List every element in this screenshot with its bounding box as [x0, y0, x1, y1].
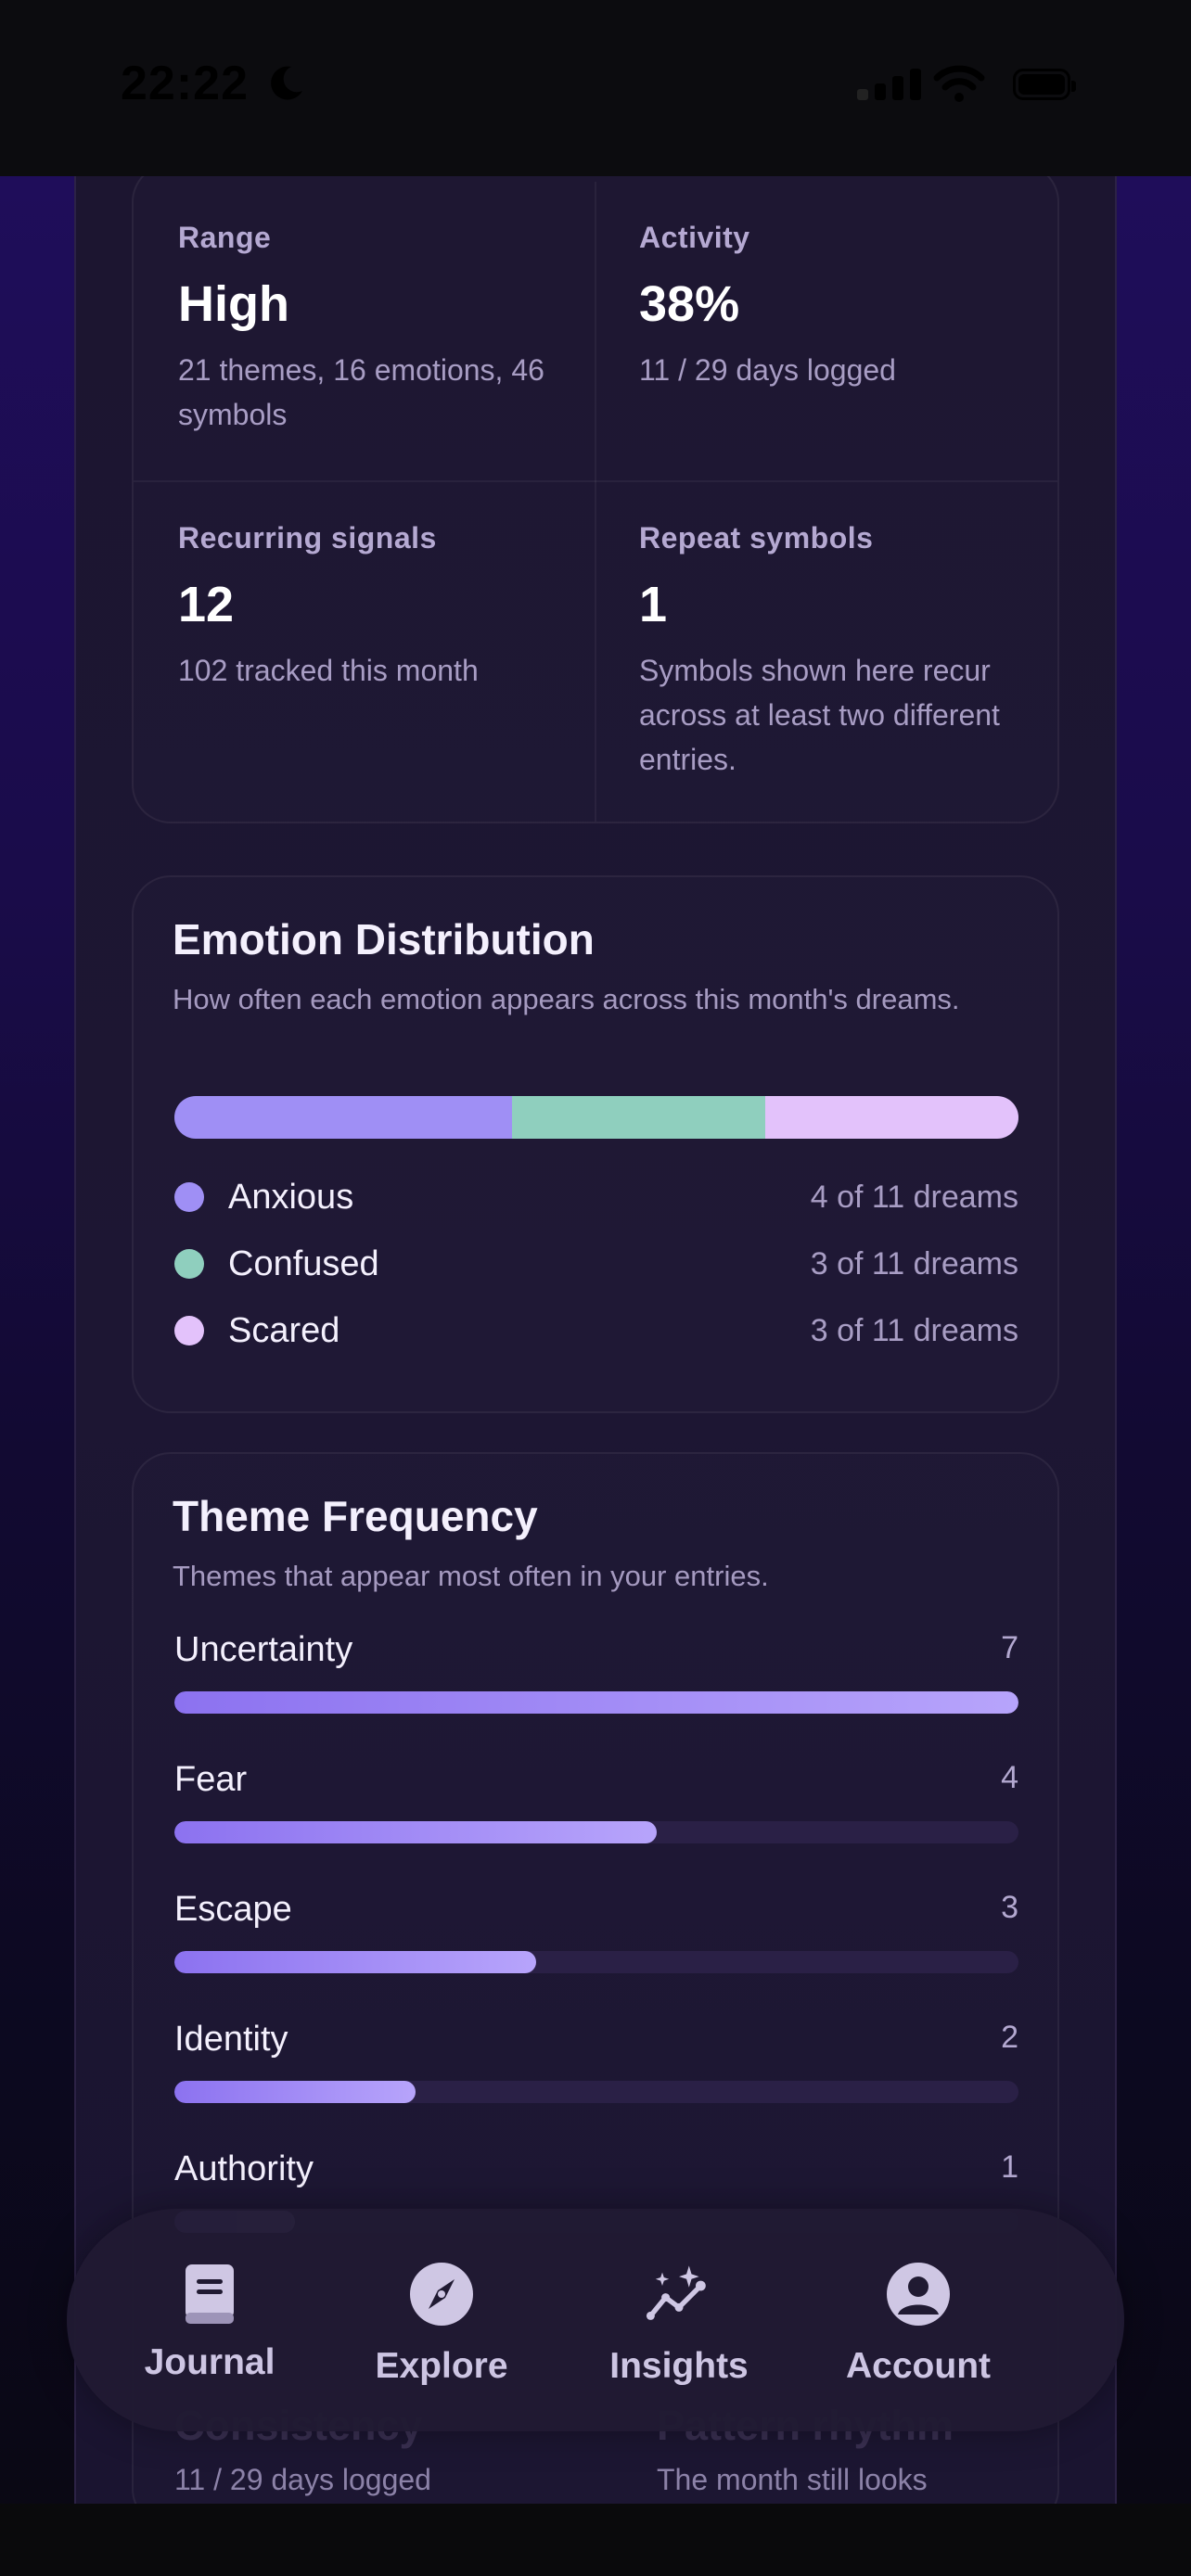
theme-row: Fear 4 [174, 1760, 1018, 1845]
theme-count: 7 [1001, 1630, 1018, 1665]
theme-bar-fill [174, 1821, 657, 1843]
theme-count: 3 [1001, 1890, 1018, 1925]
stat-repeat-symbols: Repeat symbols 1 Symbols shown here recu… [639, 521, 1047, 782]
distribution-segment [174, 1096, 512, 1139]
distribution-segment [512, 1096, 765, 1139]
tab-journal[interactable]: Journal [98, 2209, 321, 2431]
tab-bar: Journal Explore Insights Account [67, 2209, 1124, 2431]
tab-label: Explore [375, 2346, 508, 2386]
stat-description: 11 / 29 days logged [639, 353, 896, 387]
theme-bar-fill [174, 2081, 416, 2103]
legend-label: Scared [228, 1311, 340, 1350]
status-time: 22:22 [121, 57, 249, 110]
theme-bar-track [174, 1821, 1018, 1843]
stat-value: 12 [178, 577, 235, 632]
emotion-distribution-subtitle: How often each emotion appears across th… [173, 983, 960, 1015]
tab-insights[interactable]: Insights [568, 2209, 790, 2431]
status-bar: 22:22 [0, 0, 1191, 176]
theme-count: 4 [1001, 1760, 1018, 1795]
consistency-subtitle: 11 / 29 days logged [174, 2463, 431, 2496]
legend-count: 3 of 11 dreams [810, 1313, 1018, 1348]
pattern-rhythm-subtitle: The month still looks [657, 2463, 928, 2496]
divider [595, 182, 596, 822]
stat-activity: Activity 38% 11 / 29 days logged [639, 221, 1047, 392]
tab-account[interactable]: Account [807, 2209, 1030, 2431]
theme-bar-track [174, 1691, 1018, 1714]
cellular-signal-icon [857, 69, 921, 100]
tab-label: Journal [144, 2342, 275, 2382]
distribution-segment [765, 1096, 1018, 1139]
stat-description: 102 tracked this month [178, 654, 479, 687]
emotion-distribution-title: Emotion Distribution [173, 915, 595, 963]
legend-count: 4 of 11 dreams [810, 1180, 1018, 1215]
theme-bar-track [174, 1951, 1018, 1973]
wifi-icon [933, 65, 985, 102]
theme-row: Uncertainty 7 [174, 1630, 1018, 1715]
legend-row: Scared 3 of 11 dreams [173, 1307, 1018, 1354]
theme-name: Identity [174, 2020, 288, 2059]
stat-range: Range High 21 themes, 16 emotions, 46 sy… [178, 221, 586, 437]
stat-label: Range [178, 221, 272, 254]
legend-dot [174, 1249, 204, 1279]
theme-row: Identity 2 [174, 2020, 1018, 2105]
theme-bar-fill [174, 1951, 536, 1973]
battery-icon [1013, 69, 1076, 100]
stat-label: Recurring signals [178, 521, 437, 555]
compass-icon [410, 2263, 473, 2326]
tab-label: Account [846, 2346, 991, 2386]
legend-count: 3 of 11 dreams [810, 1246, 1018, 1282]
bottom-edge [0, 2504, 1191, 2576]
stat-value: 1 [639, 577, 668, 632]
theme-frequency-subtitle: Themes that appear most often in your en… [173, 1560, 769, 1592]
theme-count: 2 [1001, 2020, 1018, 2055]
theme-name: Authority [174, 2149, 314, 2188]
legend-row: Anxious 4 of 11 dreams [173, 1174, 1018, 1220]
legend-label: Anxious [228, 1178, 354, 1217]
theme-name: Escape [174, 1890, 292, 1929]
theme-name: Uncertainty [174, 1630, 353, 1669]
legend-dot [174, 1316, 204, 1345]
tab-explore[interactable]: Explore [330, 2209, 553, 2431]
insights-sparkle-icon [646, 2265, 706, 2320]
theme-bar-track [174, 2081, 1018, 2103]
stat-value: 38% [639, 276, 740, 332]
stats-card: Range High 21 themes, 16 emotions, 46 sy… [132, 163, 1059, 823]
theme-count: 1 [1001, 2149, 1018, 2185]
stat-label: Activity [639, 221, 750, 254]
theme-name: Fear [174, 1760, 248, 1799]
stat-recurring-signals: Recurring signals 12 102 tracked this mo… [178, 521, 586, 693]
stat-label: Repeat symbols [639, 521, 874, 555]
stat-description: Symbols shown here recur across at least… [639, 654, 1000, 776]
theme-bar-fill [174, 1691, 1018, 1714]
tab-label: Insights [609, 2346, 749, 2386]
stat-value: High [178, 276, 289, 332]
legend-dot [174, 1182, 204, 1212]
stat-description: 21 themes, 16 emotions, 46 symbols [178, 353, 544, 431]
account-icon [887, 2263, 950, 2326]
theme-row: Escape 3 [174, 1890, 1018, 1975]
emotion-distribution-bar [174, 1096, 1018, 1139]
legend-row: Confused 3 of 11 dreams [173, 1241, 1018, 1287]
book-icon [186, 2264, 234, 2324]
theme-frequency-title: Theme Frequency [173, 1492, 538, 1540]
legend-label: Confused [228, 1244, 379, 1283]
moon-icon [271, 66, 302, 100]
divider [134, 480, 1057, 482]
